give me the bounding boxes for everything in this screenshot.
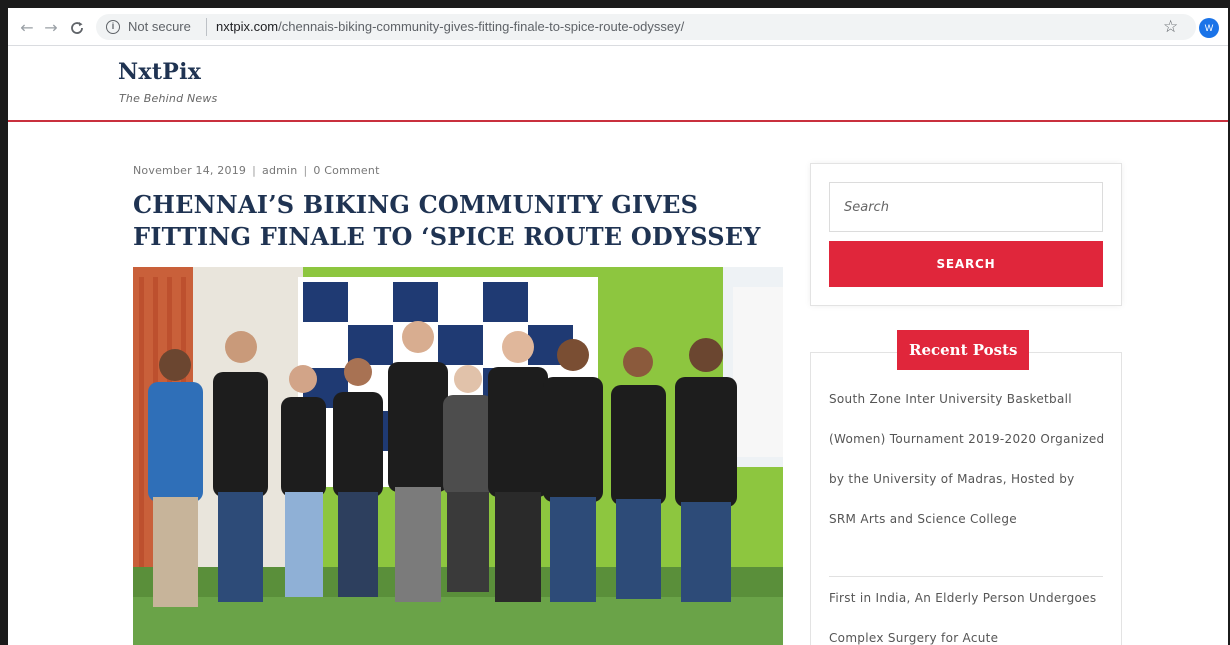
url-text[interactable]: nxtpix.com/chennais-biking-community-giv… <box>216 19 684 34</box>
search-input[interactable] <box>829 182 1103 232</box>
bookmark-star-icon[interactable]: ☆ <box>1163 16 1178 38</box>
url-domain: nxtpix.com <box>216 19 279 34</box>
meta-separator: | <box>252 164 257 177</box>
post-comments[interactable]: 0 Comment <box>313 164 379 177</box>
search-button[interactable]: SEARCH <box>829 241 1103 287</box>
sidebar-search-widget: SEARCH <box>810 163 1122 306</box>
site-title[interactable]: NxtPix <box>118 59 201 85</box>
site-header: NxtPix The Behind News <box>8 46 1228 122</box>
reload-icon[interactable] <box>66 17 88 39</box>
security-status: Not secure <box>128 19 191 34</box>
site-tagline: The Behind News <box>119 92 218 105</box>
post-author[interactable]: admin <box>262 164 297 177</box>
url-divider <box>206 18 207 36</box>
meta-separator: | <box>303 164 308 177</box>
post-featured-image <box>133 267 783 645</box>
info-icon[interactable]: i <box>106 20 120 34</box>
post-title: CHENNAI’S BIKING COMMUNITY GIVES FITTING… <box>133 190 761 251</box>
address-bar[interactable]: i Not secure nxtpix.com/chennais-biking-… <box>96 14 1196 40</box>
forward-arrow-icon[interactable]: → <box>40 17 62 39</box>
divider <box>829 576 1103 577</box>
post-meta: November 14, 2019 | admin | 0 Comment <box>133 164 380 177</box>
profile-avatar[interactable]: W <box>1199 18 1219 38</box>
browser-toolbar: ← → i Not secure nxtpix.com/chennais-bik… <box>8 8 1228 46</box>
back-arrow-icon[interactable]: ← <box>16 17 38 39</box>
recent-post-link[interactable]: South Zone Inter University Basketball (… <box>829 379 1105 539</box>
recent-posts-title: Recent Posts <box>897 330 1030 370</box>
post-date[interactable]: November 14, 2019 <box>133 164 246 177</box>
recent-post-link[interactable]: First in India, An Elderly Person Underg… <box>829 578 1105 645</box>
url-path: /chennais-biking-community-gives-fitting… <box>278 19 685 34</box>
